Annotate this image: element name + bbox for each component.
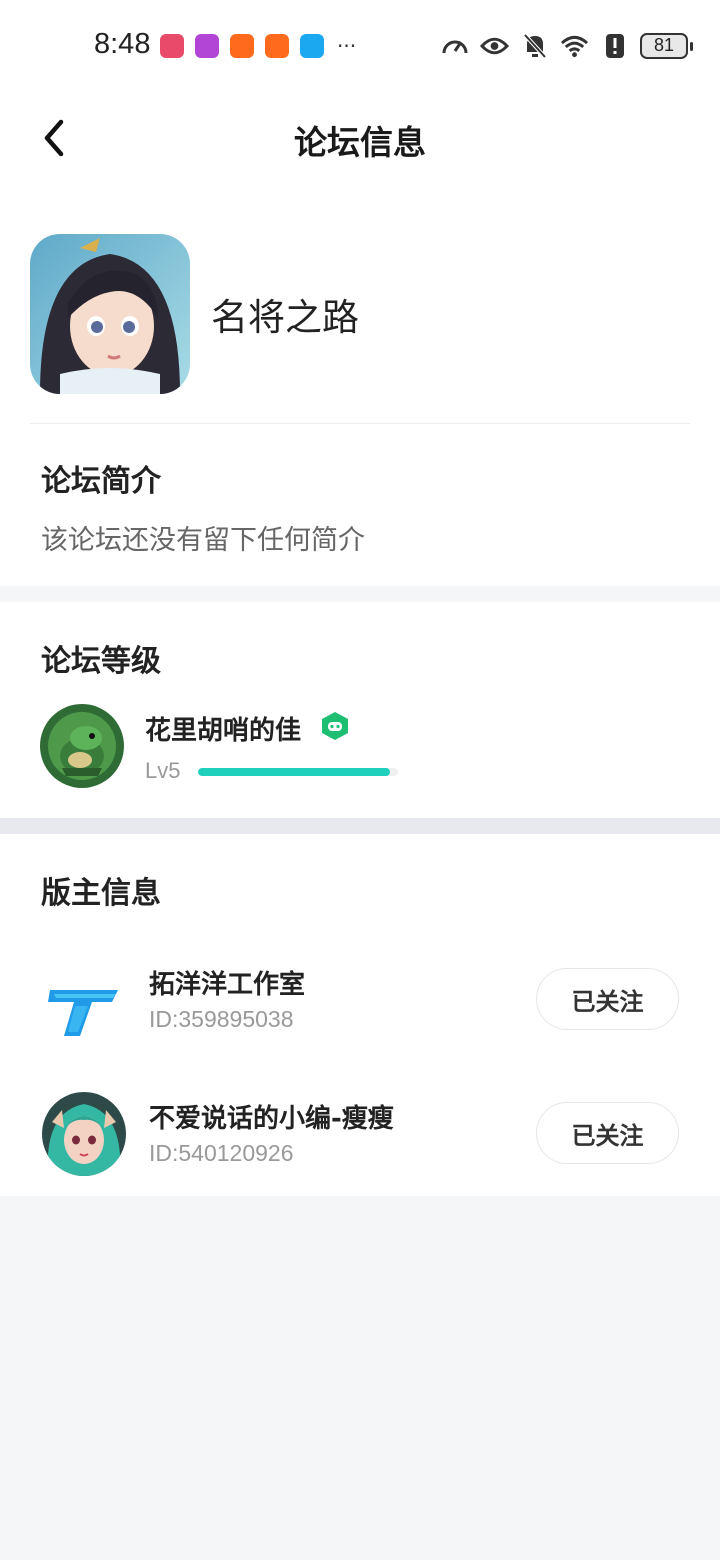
moderators-section-title: 版主信息 [41, 876, 161, 911]
status-bar: 8:48 ··· 81 [0, 0, 720, 92]
user-name: 花里胡哨的佳 [145, 716, 302, 746]
moderators-card: 版主信息 拓洋洋工作室 ID:359895038 已关注 不爱说话的小编-瘦瘦 … [0, 834, 720, 1196]
forum-info-page: 8:48 ··· 81 论坛信息 名将之路 论坛简介 该论坛还没有留下任何简介 … [0, 0, 720, 1560]
avatar[interactable] [42, 958, 126, 1042]
moderator-name: 拓洋洋工作室 [149, 970, 306, 1000]
alert-icon [600, 31, 629, 60]
kuaishou-app-icon [230, 34, 254, 58]
moderator-row[interactable]: 拓洋洋工作室 ID:359895038 已关注 [0, 950, 720, 1050]
moderator-id: ID:359895038 [149, 1006, 294, 1032]
divider [30, 423, 690, 424]
intro-text: 该论坛还没有留下任何简介 [41, 525, 365, 556]
gamepad-badge-icon [320, 711, 350, 741]
level-section-title: 论坛等级 [41, 644, 161, 679]
kuaishou-app-icon-2 [265, 34, 289, 58]
forum-summary-card: 名将之路 论坛简介 该论坛还没有留下任何简介 [0, 184, 720, 586]
bell-muted-icon [520, 31, 549, 60]
notification-icons: ··· [160, 34, 356, 58]
followed-button[interactable]: 已关注 [536, 968, 679, 1030]
level-progress-bar [198, 768, 398, 776]
battery-indicator: 81 [640, 32, 693, 59]
status-time: 8:48 [94, 28, 151, 60]
page-title: 论坛信息 [294, 123, 426, 162]
forum-game-icon [30, 234, 190, 394]
top-navigation: 论坛信息 [0, 92, 720, 184]
wifi-icon [560, 31, 589, 60]
level-progress-fill [198, 768, 390, 776]
level-label: Lv5 [145, 758, 181, 783]
avatar[interactable] [42, 1092, 126, 1176]
moderator-id: ID:540120926 [149, 1140, 294, 1166]
followed-button[interactable]: 已关注 [536, 1102, 679, 1164]
avatar[interactable] [40, 704, 124, 788]
system-icons: 81 [440, 31, 693, 60]
more-notifications-icon: ··· [337, 34, 357, 58]
huawei-app-icon [160, 34, 184, 58]
speedometer-icon [440, 31, 469, 60]
eye-icon [480, 31, 509, 60]
section-separator [0, 818, 720, 834]
forum-name: 名将之路 [211, 296, 359, 339]
moderator-row[interactable]: 不爱说话的小编-瘦瘦 ID:540120926 已关注 [0, 1084, 720, 1184]
moderator-name: 不爱说话的小编-瘦瘦 [149, 1104, 394, 1134]
browser-app-icon [195, 34, 219, 58]
forum-level-card: 论坛等级 花里胡哨的佳 Lv5 [0, 602, 720, 818]
intro-section-title: 论坛简介 [41, 464, 161, 499]
search-app-icon [300, 34, 324, 58]
